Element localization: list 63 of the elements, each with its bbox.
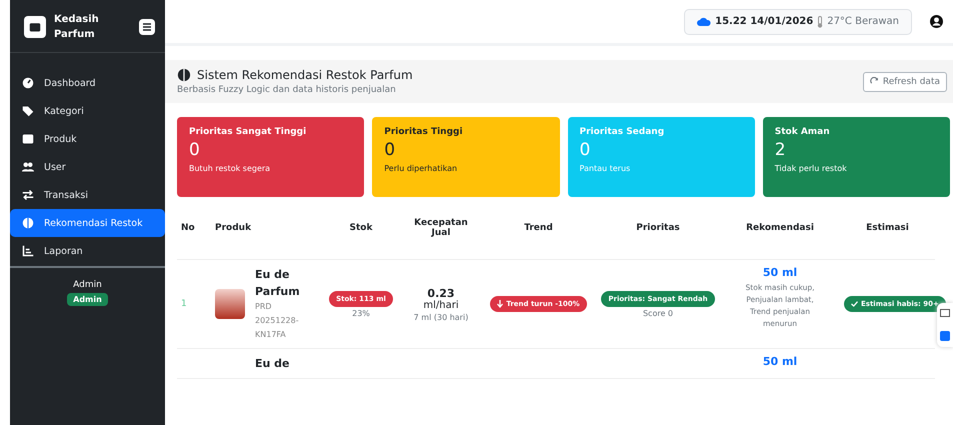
brand-name: Kedasih Parfum xyxy=(54,13,100,42)
sidebar-item[interactable]: Kategori xyxy=(10,97,165,125)
restock-amount: 50 ml xyxy=(762,266,798,279)
card-value: 0 xyxy=(189,140,201,160)
check-icon xyxy=(851,301,858,307)
sidebar-item[interactable]: Laporan xyxy=(10,237,165,265)
tag-icon xyxy=(22,105,34,117)
sidebar-item[interactable]: Produk xyxy=(10,125,165,153)
screen-icon[interactable] xyxy=(940,309,950,319)
sidebar-item[interactable]: Dashboard xyxy=(10,69,165,97)
column-header: Produk xyxy=(211,197,321,260)
card-title: Prioritas Sedang xyxy=(580,127,666,137)
box-icon xyxy=(22,133,34,145)
column-header: Stok xyxy=(321,197,401,260)
card-title: Prioritas Tinggi xyxy=(384,127,464,137)
priority-score: Score 0 xyxy=(642,308,674,318)
column-header: Estimasi xyxy=(840,197,935,260)
menu-icon[interactable] xyxy=(139,19,155,35)
product-name: Eu de Parfum xyxy=(255,267,301,300)
sidebar-item[interactable]: User xyxy=(10,153,165,181)
user-name: Admin xyxy=(73,280,102,290)
app-icon[interactable] xyxy=(940,331,950,341)
column-header: Prioritas xyxy=(596,197,720,260)
date-time: 15.22 14/01/2026 xyxy=(715,16,814,27)
column-header: Kecepatan Jual xyxy=(401,197,481,260)
page-subtitle: Berbasis Fuzzy Logic dan data historis penjualan xyxy=(177,85,397,95)
stock-percent: 23% xyxy=(351,308,371,318)
column-header: Rekomendasi xyxy=(720,197,840,260)
card-value: 2 xyxy=(774,140,787,160)
thermometer-icon xyxy=(817,16,824,28)
store-logo-icon xyxy=(24,16,46,38)
card-note: Pantau terus xyxy=(580,164,632,173)
restock-amount: 50 ml xyxy=(762,355,798,368)
column-header: No xyxy=(177,197,211,260)
arrow-down-icon xyxy=(497,300,504,308)
card-note: Butuh restok segera xyxy=(189,164,272,173)
column-header: Trend xyxy=(481,197,596,260)
speed-note: 7 ml (30 hari) xyxy=(412,312,470,322)
sidebar-item[interactable]: Rekomendasi Restok xyxy=(10,209,165,237)
product-name: Eu de xyxy=(255,356,290,372)
refresh-button[interactable]: Refresh data xyxy=(862,72,947,92)
role-badge: Admin xyxy=(67,293,108,306)
row-number: 1 xyxy=(181,299,187,309)
product-code: PRD 20251228-KN17FA xyxy=(255,301,300,341)
users-icon xyxy=(22,161,34,173)
weather-text: 27°C Berawan xyxy=(827,16,899,27)
sales-speed: 0.23 xyxy=(426,286,456,300)
card-note: Tidak perlu restok xyxy=(774,164,848,173)
cloud-icon xyxy=(697,17,712,26)
card-value: 0 xyxy=(384,140,396,160)
arrows-icon xyxy=(22,189,34,201)
card-value: 0 xyxy=(580,140,592,160)
page-title: Sistem Rekomendasi Restok Parfum xyxy=(197,68,413,82)
card-title: Prioritas Sangat Tinggi xyxy=(189,127,308,137)
card-title: Stok Aman xyxy=(774,127,831,137)
speed-unit: ml/hari xyxy=(422,300,460,310)
gauge-icon xyxy=(22,77,34,89)
chart-icon xyxy=(22,245,34,257)
sidebar-item[interactable]: Transaksi xyxy=(10,181,165,209)
user-avatar-icon[interactable] xyxy=(930,15,943,28)
refresh-icon xyxy=(870,77,879,86)
card-note: Perlu diperhatikan xyxy=(384,164,458,173)
product-photo-placeholder xyxy=(215,289,245,319)
